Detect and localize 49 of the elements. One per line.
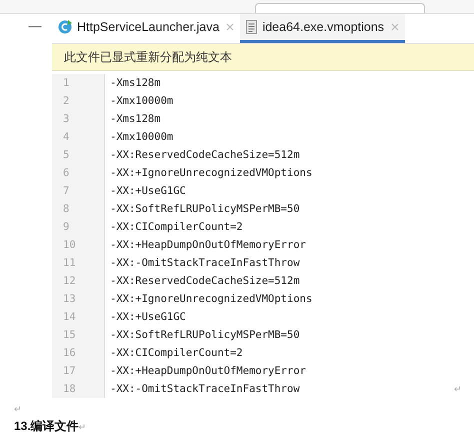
paragraph-mark: ↵ <box>78 421 87 434</box>
editor-tab[interactable]: HttpServiceLauncher.java <box>52 14 240 43</box>
code-line: -XX:CICompilerCount=2 <box>110 346 243 361</box>
code-line: -XX:CICompilerCount=2 <box>110 220 243 235</box>
code-line: -XX:+UseG1GC <box>110 184 186 199</box>
line-number: 6 <box>62 166 70 181</box>
line-number: 1 <box>62 76 70 91</box>
line-number: 7 <box>62 184 70 199</box>
notification-banner: 此文件已显式重新分配为纯文本 <box>52 44 474 71</box>
code-line: -Xmx10000m <box>110 94 174 109</box>
line-number: 12 <box>62 274 77 289</box>
code-line: -XX:-OmitStackTraceInFastThrow <box>110 382 300 397</box>
close-icon[interactable] <box>391 23 400 31</box>
line-number: 9 <box>62 220 70 235</box>
line-number: 5 <box>62 148 70 163</box>
code-line: -XX:-OmitStackTraceInFastThrow <box>110 256 300 271</box>
line-number: 10 <box>62 238 77 253</box>
code-line: -XX:+IgnoreUnrecognizedVMOptions <box>110 166 312 181</box>
line-number: 17 <box>62 364 77 379</box>
code-line: -XX:ReservedCodeCacheSize=512m <box>110 274 300 289</box>
collapse-symbol[interactable]: — <box>28 19 42 33</box>
code-line: -XX:+HeapDumpOnOutOfMemoryError <box>110 238 306 253</box>
code-line: -Xms128m <box>110 76 161 91</box>
line-number: 16 <box>62 346 77 361</box>
section-heading: 13.编译文件 <box>14 418 79 435</box>
editor-tab[interactable]: idea64.exe.vmoptions <box>240 14 406 43</box>
text-file-icon <box>246 20 258 34</box>
code-line: -XX:SoftRefLRUPolicyMSPerMB=50 <box>110 202 300 217</box>
line-number: 8 <box>62 202 70 217</box>
paragraph-mark: ↵ <box>454 382 462 396</box>
line-number: 15 <box>62 328 77 343</box>
code-line: -Xmx10000m <box>110 130 174 145</box>
line-number: 14 <box>62 310 77 325</box>
search-field[interactable] <box>255 3 425 13</box>
code-line: -XX:SoftRefLRUPolicyMSPerMB=50 <box>110 328 300 343</box>
line-number: 2 <box>62 94 70 109</box>
line-number: 11 <box>62 256 77 271</box>
code-line: -XX:+UseG1GC <box>110 310 186 325</box>
line-number: 18 <box>62 382 77 397</box>
paragraph-mark: ↵ <box>14 403 22 416</box>
line-number: 4 <box>62 130 70 145</box>
code-line: -XX:+HeapDumpOnOutOfMemoryError <box>110 364 306 379</box>
line-number: 13 <box>62 292 77 307</box>
code-line: -XX:+IgnoreUnrecognizedVMOptions <box>110 292 312 307</box>
close-icon[interactable] <box>226 23 234 31</box>
code-line: -Xms128m <box>110 112 161 127</box>
class-file-icon <box>58 20 72 34</box>
code-line: -XX:ReservedCodeCacheSize=512m <box>110 148 300 163</box>
line-number: 3 <box>62 112 70 127</box>
